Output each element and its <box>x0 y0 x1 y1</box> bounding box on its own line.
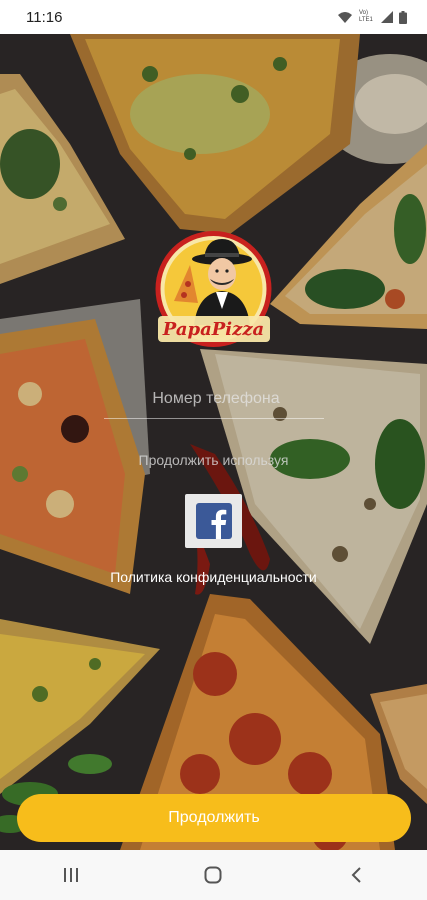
recent-apps-button[interactable] <box>41 855 101 895</box>
status-time: 11:16 <box>26 8 63 26</box>
privacy-policy-link[interactable]: Политика конфиденциальности <box>0 569 427 585</box>
back-button[interactable] <box>326 855 386 895</box>
recent-apps-icon <box>64 868 79 882</box>
continue-using-label: Продолжить используя <box>138 452 289 468</box>
signal-icon <box>381 11 393 23</box>
android-nav-bar <box>0 850 427 900</box>
status-icons: Vo) LTE1 <box>337 10 407 24</box>
home-button[interactable] <box>183 855 243 895</box>
facebook-button[interactable] <box>185 494 242 548</box>
home-icon <box>204 866 222 884</box>
network-label: Vo) LTE1 <box>359 10 373 23</box>
pizza-slices-image <box>0 34 427 850</box>
phone-field[interactable] <box>104 380 328 419</box>
papapizza-logo: PapaPizza <box>150 229 277 354</box>
pizza-background <box>0 34 427 850</box>
back-icon <box>351 867 361 883</box>
facebook-icon <box>195 503 232 539</box>
continue-button[interactable]: Продолжить <box>17 794 411 842</box>
logo-text: PapaPizza <box>162 319 264 340</box>
phone-input[interactable] <box>104 380 328 418</box>
status-bar: 11:16 Vo) LTE1 <box>0 0 427 34</box>
battery-icon <box>399 10 407 24</box>
wifi-icon <box>338 11 352 23</box>
